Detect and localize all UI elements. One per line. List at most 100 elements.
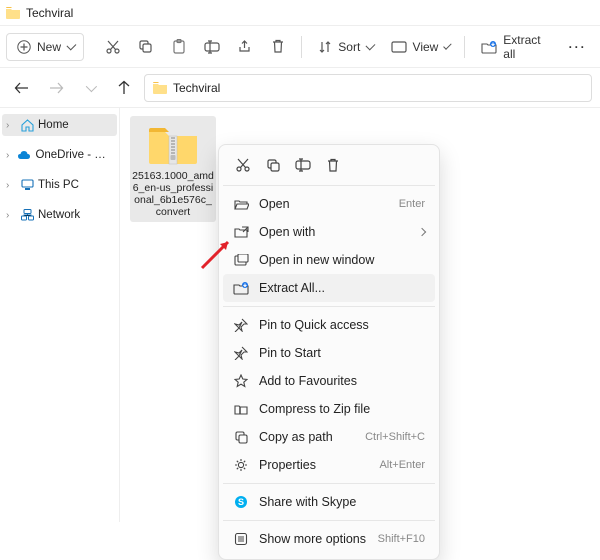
- menu-item-open-with[interactable]: Open with: [223, 218, 435, 246]
- plus-icon: [17, 39, 31, 55]
- menu-item-label: Compress to Zip file: [259, 402, 425, 416]
- file-name: 25163.1000_amd6_en-us_professional_6b1e5…: [132, 170, 214, 218]
- sort-button[interactable]: Sort: [310, 33, 380, 61]
- trash-icon: [270, 39, 285, 55]
- network-icon: [20, 208, 34, 222]
- address-bar: Techviral: [0, 68, 600, 108]
- menu-item-compress-zip[interactable]: Compress to Zip file: [223, 395, 435, 423]
- menu-item-properties[interactable]: Properties Alt+Enter: [223, 451, 435, 479]
- menu-item-label: Open in new window: [259, 253, 425, 267]
- sort-icon: [318, 39, 332, 55]
- svg-text:S: S: [238, 497, 244, 507]
- cut-button[interactable]: [98, 33, 129, 61]
- share-button[interactable]: [229, 33, 260, 61]
- context-menu: Open Enter Open with Open in new window …: [218, 144, 440, 560]
- star-icon: [233, 373, 249, 389]
- nav-item-home[interactable]: › Home: [2, 114, 117, 136]
- menu-item-share-skype[interactable]: S Share with Skype: [223, 488, 435, 516]
- pin-icon: [233, 345, 249, 361]
- address-path-segment[interactable]: Techviral: [173, 81, 220, 95]
- menu-item-label: Pin to Start: [259, 346, 425, 360]
- home-icon: [20, 118, 34, 132]
- chevron-right-icon: [418, 228, 426, 236]
- trash-icon[interactable]: [323, 155, 343, 175]
- menu-item-shortcut: Alt+Enter: [379, 459, 425, 471]
- chevron-right-icon: ›: [6, 180, 16, 191]
- new-button[interactable]: New: [6, 33, 84, 61]
- chevron-right-icon: ›: [6, 120, 16, 131]
- menu-separator: [223, 306, 435, 307]
- folder-icon: [6, 7, 20, 19]
- menu-item-add-favourites[interactable]: Add to Favourites: [223, 367, 435, 395]
- properties-icon: [233, 457, 249, 473]
- sort-button-label: Sort: [338, 40, 360, 54]
- menu-item-label: Properties: [259, 458, 369, 472]
- chevron-down-icon: [366, 40, 376, 50]
- view-button[interactable]: View: [383, 33, 457, 61]
- menu-item-extract-all[interactable]: Extract All...: [223, 274, 435, 302]
- nav-item-label: This PC: [38, 179, 79, 191]
- extract-icon: [233, 280, 249, 296]
- extract-icon: [481, 39, 497, 55]
- folder-icon: [153, 82, 167, 94]
- menu-item-label: Open: [259, 197, 389, 211]
- scissors-icon[interactable]: [233, 155, 253, 175]
- copy-button[interactable]: [130, 33, 161, 61]
- menu-item-label: Add to Favourites: [259, 374, 425, 388]
- menu-item-copy-path[interactable]: Copy as path Ctrl+Shift+C: [223, 423, 435, 451]
- menu-item-label: Extract All...: [259, 281, 425, 295]
- menu-item-shortcut: Shift+F10: [378, 533, 425, 545]
- menu-item-pin-start[interactable]: Pin to Start: [223, 339, 435, 367]
- back-button[interactable]: [8, 74, 36, 102]
- menu-separator: [223, 520, 435, 521]
- menu-item-label: Pin to Quick access: [259, 318, 425, 332]
- open-icon: [233, 196, 249, 212]
- copy-icon[interactable]: [263, 155, 283, 175]
- chevron-down-icon: [444, 41, 452, 49]
- menu-item-open[interactable]: Open Enter: [223, 190, 435, 218]
- paste-icon: [171, 39, 186, 55]
- up-button[interactable]: [110, 74, 138, 102]
- menu-item-label: Open with: [259, 225, 409, 239]
- toolbar: New Sort View Extract all ···: [0, 26, 600, 68]
- chevron-down-icon: [67, 40, 77, 50]
- rename-icon[interactable]: [293, 155, 313, 175]
- address-field[interactable]: Techviral: [144, 74, 592, 102]
- pin-icon: [233, 317, 249, 333]
- view-icon: [391, 39, 407, 55]
- extract-all-button[interactable]: Extract all: [473, 29, 559, 65]
- view-button-label: View: [413, 40, 439, 54]
- nav-item-network[interactable]: › Network: [2, 204, 117, 226]
- more-options-button[interactable]: ···: [561, 33, 594, 61]
- rename-icon: [204, 39, 220, 55]
- paste-button[interactable]: [163, 33, 194, 61]
- menu-item-label: Copy as path: [259, 430, 355, 444]
- menu-item-pin-quick-access[interactable]: Pin to Quick access: [223, 311, 435, 339]
- rename-button[interactable]: [196, 33, 227, 61]
- menu-item-shortcut: Ctrl+Shift+C: [365, 431, 425, 443]
- menu-item-shortcut: Enter: [399, 198, 425, 210]
- file-item-zip[interactable]: 25163.1000_amd6_en-us_professional_6b1e5…: [130, 116, 216, 222]
- chevron-down-icon: [86, 80, 97, 91]
- menu-separator: [223, 185, 435, 186]
- window-title: Techviral: [26, 6, 73, 20]
- toolbar-separator: [464, 36, 465, 58]
- menu-item-open-new-window[interactable]: Open in new window: [223, 246, 435, 274]
- nav-item-this-pc[interactable]: › This PC: [2, 174, 117, 196]
- nav-item-onedrive[interactable]: › OneDrive - Personal: [2, 144, 117, 166]
- new-button-label: New: [37, 40, 61, 54]
- zip-folder-icon: [147, 122, 199, 166]
- copy-path-icon: [233, 429, 249, 445]
- copy-icon: [138, 39, 153, 55]
- delete-button[interactable]: [262, 33, 293, 61]
- scissors-icon: [105, 39, 121, 55]
- menu-item-label: Share with Skype: [259, 495, 425, 509]
- menu-item-show-more-options[interactable]: Show more options Shift+F10: [223, 525, 435, 553]
- new-window-icon: [233, 252, 249, 268]
- more-icon: [233, 531, 249, 547]
- context-menu-actions-row: [223, 151, 435, 181]
- pc-icon: [20, 178, 34, 192]
- menu-separator: [223, 483, 435, 484]
- recent-locations-button[interactable]: [76, 74, 104, 102]
- forward-button[interactable]: [42, 74, 70, 102]
